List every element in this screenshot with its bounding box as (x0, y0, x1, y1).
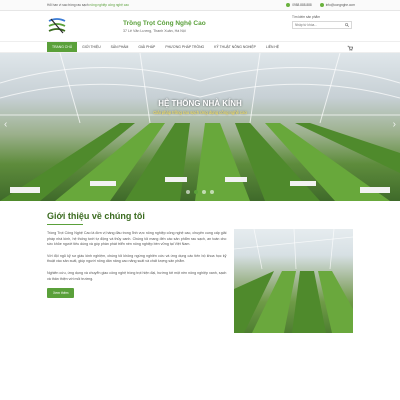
phone-text: 0988.888.888 (292, 3, 312, 7)
slider-dot[interactable] (202, 190, 206, 194)
title-underline (47, 224, 83, 225)
email-contact[interactable]: info@congnghe.com (319, 3, 355, 7)
hero-heading: HỆ THỐNG NHÀ KÍNH (158, 99, 242, 108)
main-nav: Trang chủ Giới thiệu Sản phẩm Giải pháp … (0, 41, 400, 53)
top-message-text: Hỏi han vì sao trồng rau sạch (47, 3, 89, 7)
search-label: Tìm kiếm sản phẩm (292, 15, 320, 19)
nav-item-home[interactable]: Trang chủ (47, 42, 78, 52)
cart-button[interactable] (347, 45, 354, 52)
nav-item-methods[interactable]: Phương pháp trồng (160, 42, 209, 52)
email-text: info@congnghe.com (325, 3, 355, 7)
nav-item-contact[interactable]: Liên hệ (261, 42, 284, 52)
header-search: Tìm kiếm sản phẩm (292, 15, 352, 29)
search-icon[interactable] (345, 23, 349, 27)
top-message: Hỏi han vì sao trồng rau sạch nông nghiệ… (47, 3, 129, 7)
about-paragraph-2: Với đội ngũ kỹ sư giàu kinh nghiệm, chún… (47, 253, 227, 264)
hero-subheading: Giải pháp trồng rau sạch ứng dụng công n… (153, 110, 247, 115)
hero-slider: HỆ THỐNG NHÀ KÍNH Giải pháp trồng rau sạ… (0, 53, 400, 201)
slider-dot[interactable] (186, 190, 190, 194)
hero-caption: HỆ THỐNG NHÀ KÍNH Giải pháp trồng rau sạ… (0, 99, 400, 115)
top-bar: Hỏi han vì sao trồng rau sạch nông nghiệ… (0, 0, 400, 11)
slider-dot[interactable] (210, 190, 214, 194)
slider-next-icon[interactable]: › (393, 119, 396, 130)
cart-icon (347, 45, 354, 51)
nav-item-products[interactable]: Sản phẩm (106, 42, 134, 52)
phone-icon (286, 3, 291, 7)
brand-address: 37 Lê Văn Lương, Thanh Xuân, Hà Nội (123, 28, 186, 33)
brand-block: Trồng Trọt Công Nghệ Cao 37 Lê Văn Lương… (123, 20, 206, 33)
phone-contact[interactable]: 0988.888.888 (286, 3, 312, 7)
mail-icon (319, 3, 324, 7)
nav-item-techniques[interactable]: Kỹ thuật nông nghiệp (209, 42, 261, 52)
about-photo (234, 229, 353, 333)
brand-title[interactable]: Trồng Trọt Công Nghệ Cao (123, 20, 206, 27)
slider-dots (0, 190, 400, 194)
about-title: Giới thiệu về chúng tôi (47, 211, 145, 221)
top-message-sub[interactable]: nông nghiệp công nghệ cao (90, 3, 129, 7)
top-contacts: 0988.888.888 info@congnghe.com (286, 3, 355, 7)
greenhouse-image (0, 53, 400, 201)
slider-dot-active[interactable] (194, 190, 198, 194)
search-input[interactable] (295, 23, 341, 27)
about-paragraph-1: Trồng Trọt Công Nghệ Cao là đơn vị hàng … (47, 231, 227, 247)
slider-prev-icon[interactable]: ‹ (4, 119, 7, 130)
search-box (292, 21, 352, 29)
about-text: Giới thiệu về chúng tôi Trồng Trọt Công … (47, 211, 226, 333)
lettuce-field-image (234, 229, 353, 333)
about-section: Giới thiệu về chúng tôi Trồng Trọt Công … (0, 201, 400, 333)
nav-item-about[interactable]: Giới thiệu (77, 42, 105, 52)
site-header: Trồng Trọt Công Nghệ Cao 37 Lê Văn Lương… (0, 11, 400, 41)
logo-icon (48, 18, 66, 34)
about-paragraph-3: Nghiên cứu, ứng dụng và chuyển giao công… (47, 270, 227, 281)
read-more-button[interactable]: Xem thêm (47, 288, 75, 299)
site-logo[interactable] (47, 16, 67, 36)
nav-item-solutions[interactable]: Giải pháp (133, 42, 160, 52)
